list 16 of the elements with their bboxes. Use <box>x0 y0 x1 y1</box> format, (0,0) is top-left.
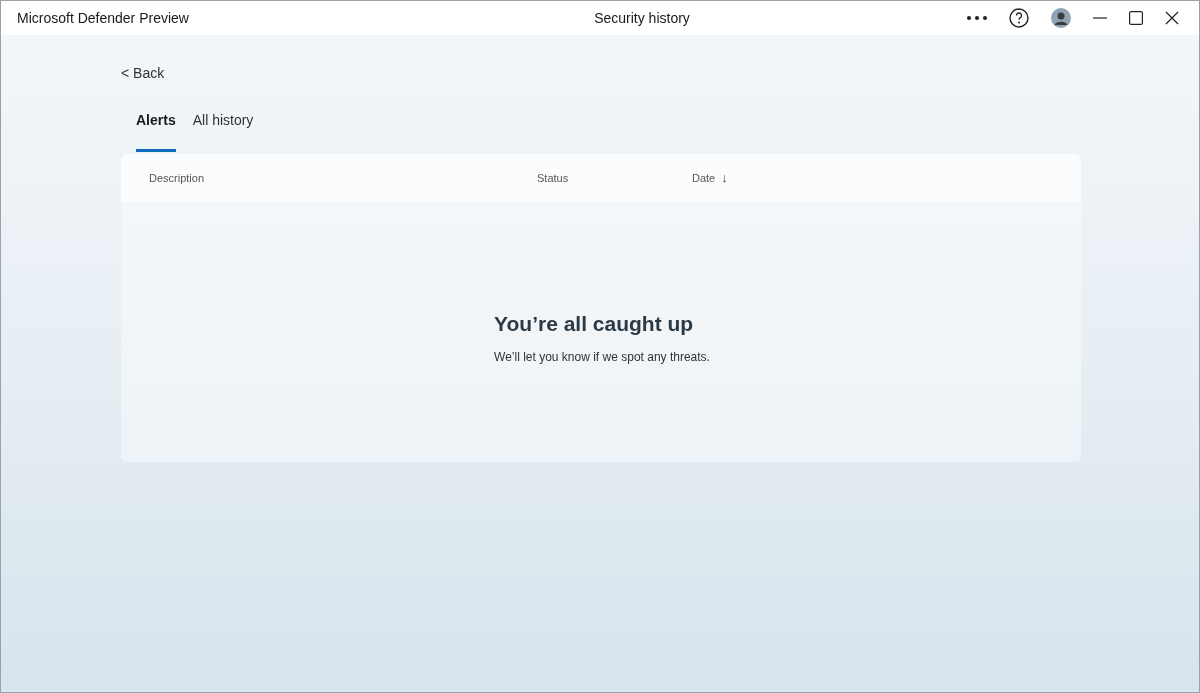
more-icon[interactable] <box>967 16 987 20</box>
column-header[interactable]: Description <box>149 169 205 187</box>
close-icon[interactable] <box>1165 11 1179 25</box>
empty-state-message: We’ll let you know if we spot any threats. <box>494 348 710 366</box>
back-link[interactable]: < Back <box>121 63 165 84</box>
empty-state-title: You’re all caught up <box>494 311 694 337</box>
tab[interactable]: Alerts <box>136 110 176 152</box>
app-name: Microsoft Defender Preview <box>17 8 190 28</box>
tab[interactable]: All history <box>192 110 254 152</box>
maximize-icon[interactable] <box>1129 11 1143 25</box>
sort-arrow: ↓ <box>721 169 728 188</box>
help-icon[interactable] <box>1009 8 1029 28</box>
column-header[interactable]: Status <box>537 169 569 187</box>
window-title: Security history <box>593 8 691 28</box>
column-header[interactable]: Date <box>692 169 716 187</box>
avatar-icon[interactable] <box>1051 8 1071 28</box>
